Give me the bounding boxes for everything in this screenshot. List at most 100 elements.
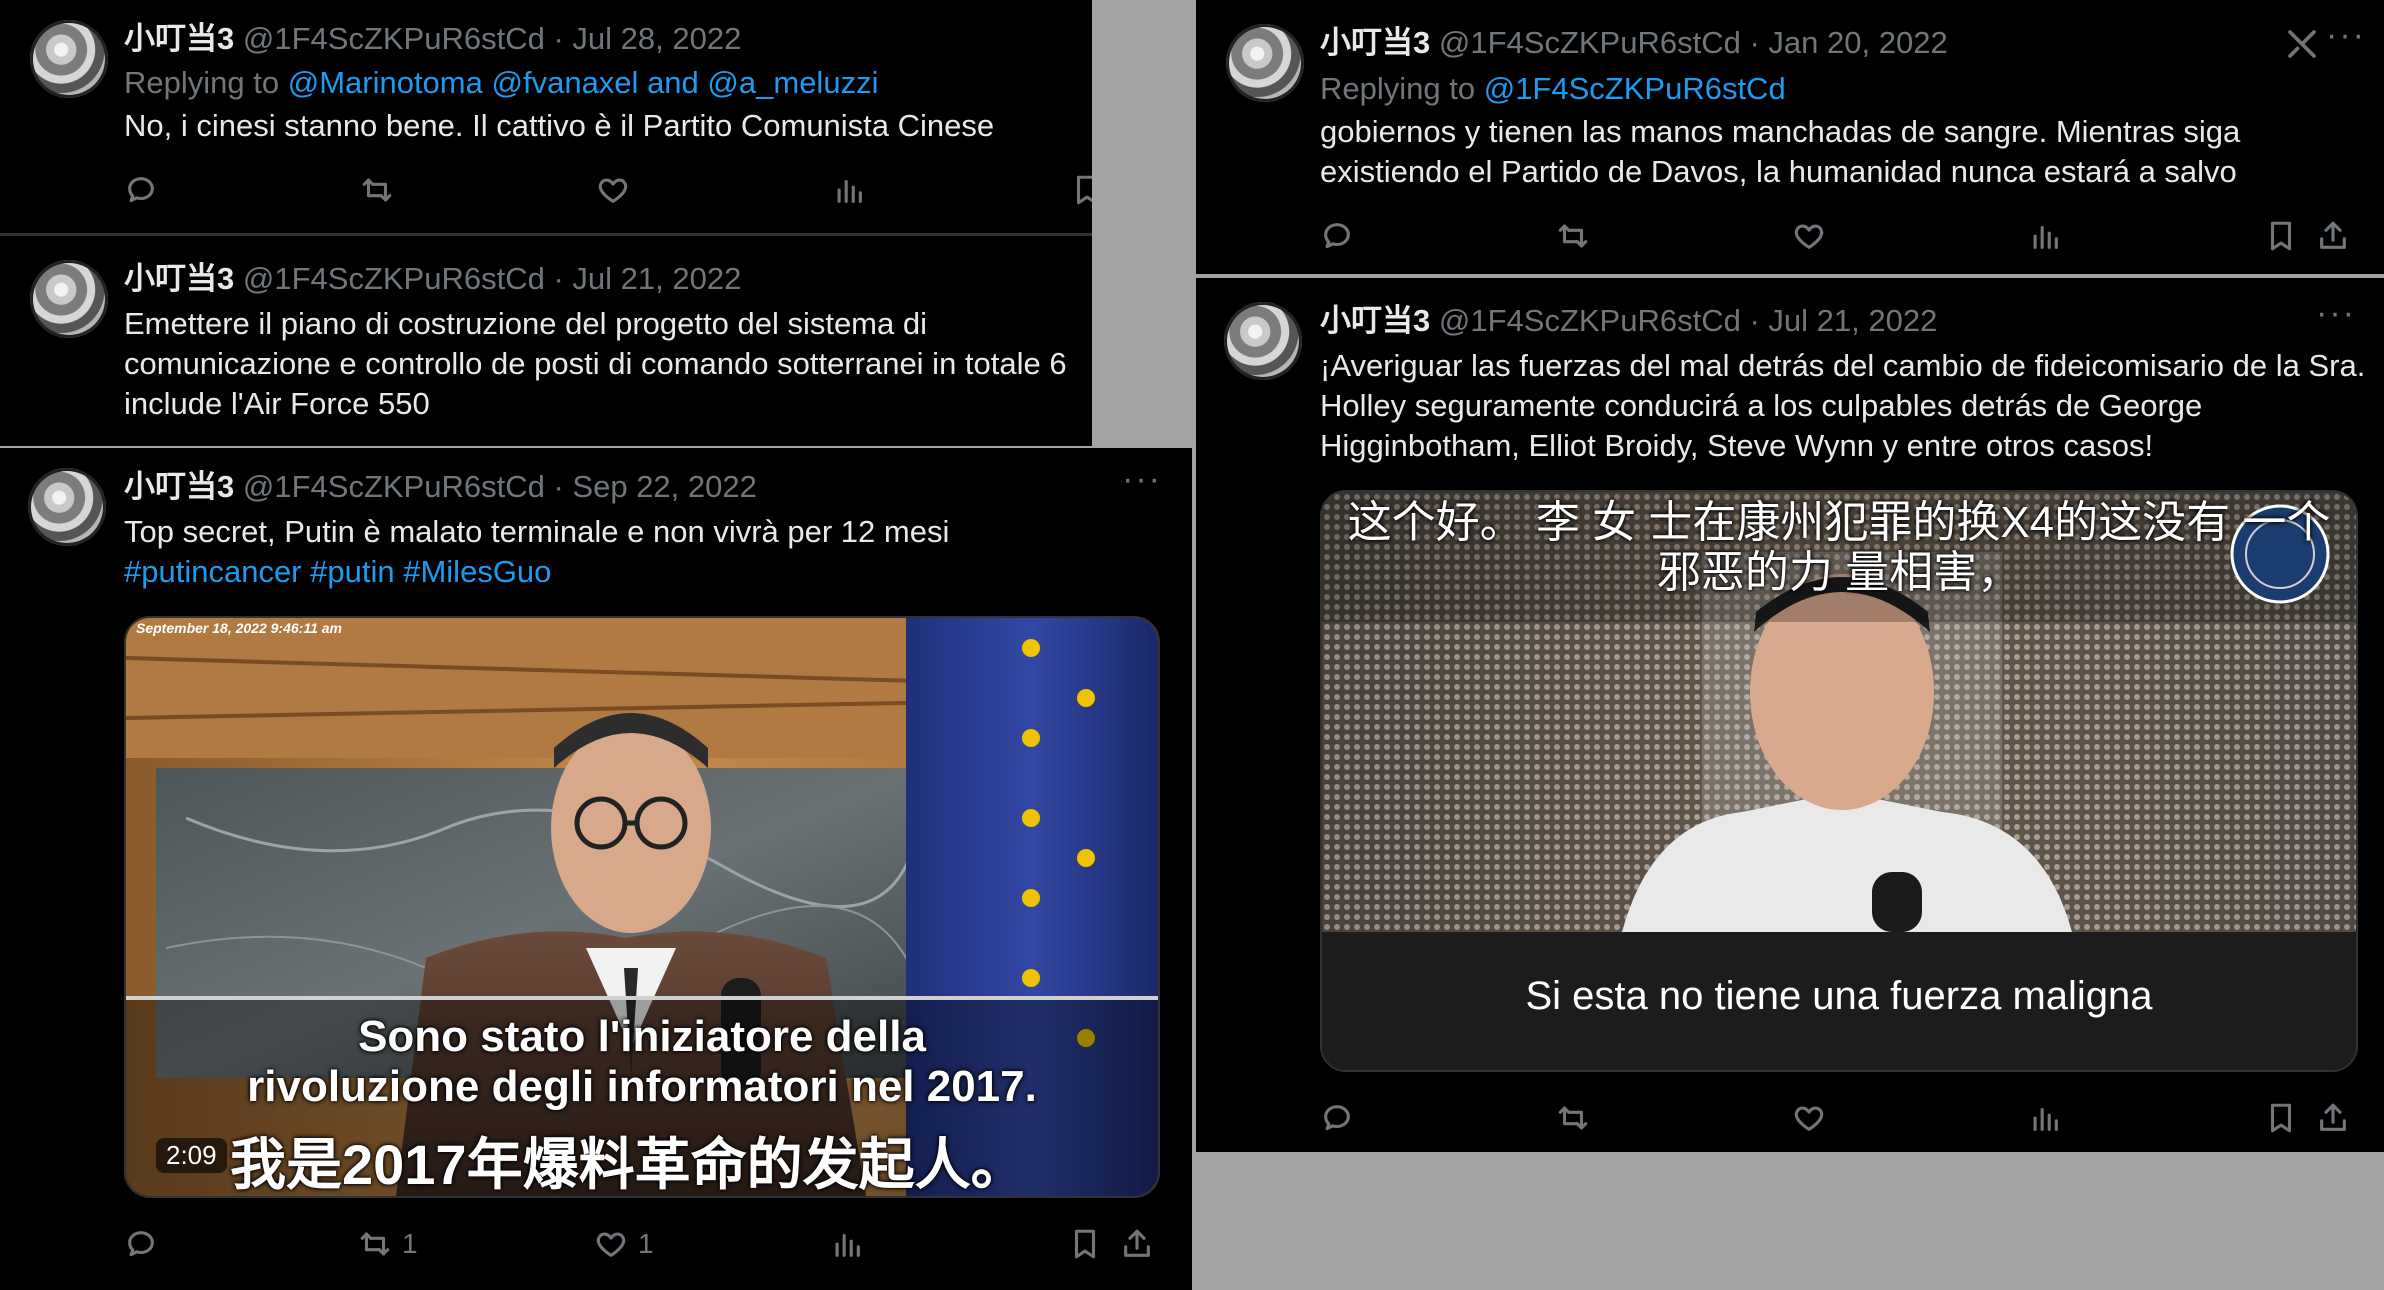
user-name[interactable]: 小叮当3 bbox=[124, 261, 234, 296]
bookmark-button[interactable] bbox=[2264, 1098, 2298, 1138]
reply-button[interactable] bbox=[124, 1224, 158, 1264]
bookmark-icon bbox=[2264, 1101, 2298, 1135]
caption-spanish: Si esta no tiene una fuerza maligna bbox=[1525, 974, 2153, 1018]
tweet-left-2[interactable]: 小叮当3 @1F4ScZKPuR6stCd · Jul 21, 2022 Eme… bbox=[0, 236, 1092, 446]
user-name[interactable]: 小叮当3 bbox=[1320, 303, 1430, 338]
hashtag-link[interactable]: #putin bbox=[310, 554, 394, 589]
bookmark-button[interactable] bbox=[1068, 1224, 1102, 1264]
separator: · bbox=[553, 469, 564, 504]
reply-button[interactable] bbox=[1320, 216, 1354, 256]
more-options-icon[interactable]: ··· bbox=[2316, 294, 2356, 333]
replying-prefix: Replying to bbox=[1320, 71, 1476, 106]
and-text: and bbox=[647, 65, 699, 100]
tweet-date[interactable]: Jul 21, 2022 bbox=[1768, 303, 1937, 338]
heart-icon bbox=[594, 1227, 628, 1261]
reply-button[interactable] bbox=[1320, 1098, 1354, 1138]
like-button[interactable] bbox=[1792, 216, 1826, 256]
tweet-left-3[interactable]: 小叮当3 @1F4ScZKPuR6stCd · Sep 22, 2022 ···… bbox=[0, 448, 1192, 1290]
retweet-icon bbox=[1556, 219, 1590, 253]
separator: · bbox=[1749, 25, 1760, 60]
user-name[interactable]: 小叮当3 bbox=[124, 469, 234, 504]
right-feed-bottom: 小叮当3 @1F4ScZKPuR6stCd · Jul 21, 2022 ···… bbox=[1196, 278, 2384, 1152]
views-button[interactable] bbox=[2028, 1098, 2062, 1138]
views-icon bbox=[2028, 219, 2062, 253]
hashtag-link[interactable]: #MilesGuo bbox=[403, 554, 551, 589]
user-handle[interactable]: @1F4ScZKPuR6stCd bbox=[243, 21, 545, 56]
avatar[interactable] bbox=[30, 260, 108, 338]
share-button[interactable] bbox=[1120, 1224, 1154, 1264]
tweet-date[interactable]: Sep 22, 2022 bbox=[572, 469, 756, 504]
mention-link[interactable]: @Marinotoma bbox=[288, 65, 483, 100]
tweet-text-line: comunicazione e controllo de posti di co… bbox=[124, 346, 1067, 381]
like-button[interactable] bbox=[1792, 1098, 1826, 1138]
bookmark-icon bbox=[1070, 173, 1092, 207]
right-feed-top: 小叮当3 @1F4ScZKPuR6stCd · Jan 20, 2022 ···… bbox=[1196, 0, 2384, 274]
tweet-date[interactable]: Jul 21, 2022 bbox=[572, 261, 741, 296]
like-count: 1 bbox=[638, 1228, 654, 1259]
avatar[interactable] bbox=[28, 468, 106, 546]
retweet-button[interactable]: 1 bbox=[358, 1224, 418, 1264]
tweet-actions: 1 1 bbox=[124, 1224, 1164, 1264]
video-player[interactable]: 这个好。 李 女 士在康州犯罪的换X4的这没有 一个 邪恶的力 量相害， Si … bbox=[1320, 490, 2358, 1072]
reply-button[interactable] bbox=[124, 170, 158, 210]
user-handle[interactable]: @1F4ScZKPuR6stCd bbox=[243, 469, 545, 504]
tweet-header: 小叮当3 @1F4ScZKPuR6stCd · Jul 21, 2022 bbox=[1320, 302, 1937, 340]
retweet-icon bbox=[358, 1227, 392, 1261]
tweet-header: 小叮当3 @1F4ScZKPuR6stCd · Jan 20, 2022 bbox=[1320, 24, 1948, 62]
avatar[interactable] bbox=[30, 20, 108, 98]
share-button[interactable] bbox=[2316, 1098, 2350, 1138]
grok-icon[interactable] bbox=[2284, 26, 2320, 62]
tweet-date[interactable]: Jul 28, 2022 bbox=[572, 21, 741, 56]
reply-icon bbox=[1320, 219, 1354, 253]
user-handle[interactable]: @1F4ScZKPuR6stCd bbox=[1439, 25, 1741, 60]
like-button[interactable] bbox=[596, 170, 630, 210]
tweet-header: 小叮当3 @1F4ScZKPuR6stCd · Sep 22, 2022 bbox=[124, 468, 757, 506]
share-icon bbox=[1120, 1227, 1154, 1261]
retweet-button[interactable] bbox=[1556, 216, 1590, 256]
views-button[interactable] bbox=[830, 1224, 864, 1264]
mention-link[interactable]: @1F4ScZKPuR6stCd bbox=[1484, 71, 1786, 106]
retweet-button[interactable] bbox=[360, 170, 394, 210]
subtitle-italian: Sono stato l'iniziatore della rivoluzion… bbox=[126, 1012, 1158, 1112]
views-button[interactable] bbox=[832, 170, 866, 210]
heart-icon bbox=[1792, 1101, 1826, 1135]
like-button[interactable]: 1 bbox=[594, 1224, 654, 1264]
avatar[interactable] bbox=[1226, 24, 1304, 102]
user-name[interactable]: 小叮当3 bbox=[124, 21, 234, 56]
tweet-actions bbox=[124, 170, 1092, 210]
tweet-text-line: existiendo el Partido de Davos, la human… bbox=[1320, 154, 2237, 189]
mention-link[interactable]: @fvanaxel bbox=[492, 65, 639, 100]
avatar[interactable] bbox=[1224, 302, 1302, 380]
mention-link[interactable]: @a_meluzzi bbox=[707, 65, 878, 100]
retweet-button[interactable] bbox=[1556, 1098, 1590, 1138]
tweet-text-line: Top secret, Putin è malato terminale e n… bbox=[124, 514, 950, 549]
video-timestamp: September 18, 2022 9:46:11 am bbox=[136, 620, 342, 636]
subtitle-chinese: 这个好。 李 女 士在康州犯罪的换X4的这没有 一个 邪恶的力 量相害， bbox=[1322, 498, 2356, 598]
tweet-text-line: Higginbotham, Elliot Broidy, Steve Wynn … bbox=[1320, 428, 2154, 463]
video-player[interactable]: September 18, 2022 9:46:11 am Sono stato… bbox=[124, 616, 1160, 1198]
more-options-icon[interactable]: ··· bbox=[2326, 16, 2366, 55]
hashtag-link[interactable]: #putincancer bbox=[124, 554, 302, 589]
tweet-text-line: Emettere il piano di costruzione del pro… bbox=[124, 306, 927, 341]
tweet-right-2[interactable]: 小叮当3 @1F4ScZKPuR6stCd · Jul 21, 2022 ···… bbox=[1196, 278, 2384, 1152]
share-button[interactable] bbox=[2316, 216, 2350, 256]
views-button[interactable] bbox=[2028, 216, 2062, 256]
user-name[interactable]: 小叮当3 bbox=[1320, 25, 1430, 60]
bookmark-button[interactable] bbox=[1070, 170, 1092, 210]
user-handle[interactable]: @1F4ScZKPuR6stCd bbox=[1439, 303, 1741, 338]
user-handle[interactable]: @1F4ScZKPuR6stCd bbox=[243, 261, 545, 296]
tweet-text-line: include l'Air Force 550 bbox=[124, 386, 430, 421]
views-icon bbox=[2028, 1101, 2062, 1135]
tweet-text: gobiernos y tienen las manos manchadas d… bbox=[1320, 112, 2370, 192]
more-options-icon[interactable]: ··· bbox=[1122, 460, 1162, 499]
separator: · bbox=[553, 21, 564, 56]
tweet-right-1[interactable]: 小叮当3 @1F4ScZKPuR6stCd · Jan 20, 2022 ···… bbox=[1196, 0, 2384, 274]
tweet-date[interactable]: Jan 20, 2022 bbox=[1768, 25, 1947, 60]
subtitle-line: 这个好。 李 女 士在康州犯罪的换X4的这没有 一个 bbox=[1347, 498, 2331, 547]
share-icon bbox=[2316, 1101, 2350, 1135]
share-icon bbox=[2316, 219, 2350, 253]
video-duration: 2:09 bbox=[156, 1138, 227, 1173]
bookmark-button[interactable] bbox=[2264, 216, 2298, 256]
replying-prefix: Replying to bbox=[124, 65, 280, 100]
tweet-left-1[interactable]: 小叮当3 @1F4ScZKPuR6stCd · Jul 28, 2022 Rep… bbox=[0, 0, 1092, 232]
